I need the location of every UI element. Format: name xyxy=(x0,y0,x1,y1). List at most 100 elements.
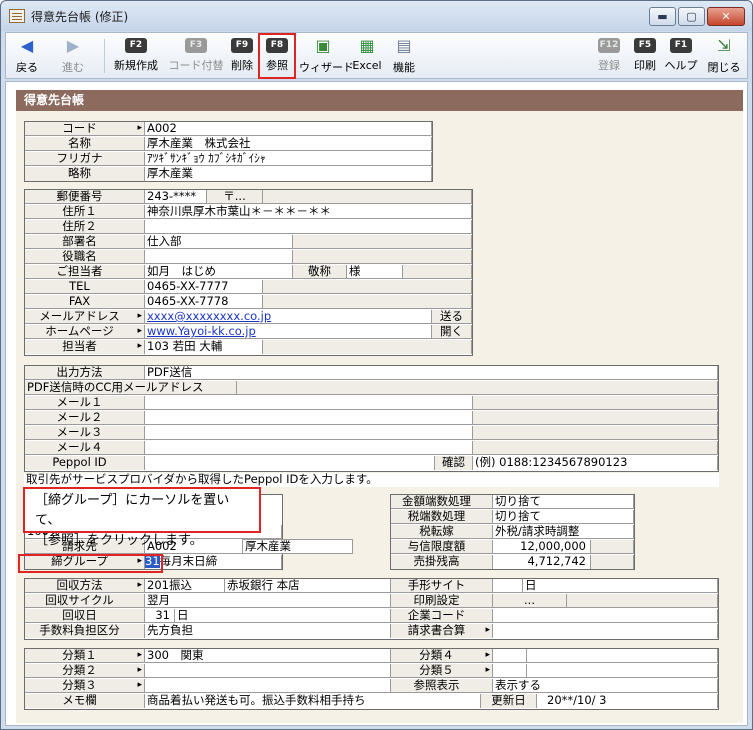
invoice-merge-field[interactable] xyxy=(493,624,718,638)
credit-limit-label: 与信限度額 xyxy=(391,540,493,554)
form-canvas: コード A002 名称 厚木産業 株式会社 フリガナ ｱﾂｷﾞｻﾝｷﾞｮｳ ｶﾌ… xyxy=(16,111,743,723)
wizard-button[interactable]: ▣ ウィザード xyxy=(299,35,354,77)
print-button[interactable]: F5 印刷 xyxy=(630,35,660,77)
help-button[interactable]: F1 ヘルプ xyxy=(664,35,698,77)
close-button[interactable]: ⇲ 閉じる xyxy=(704,35,744,77)
honorific-field[interactable]: 様 xyxy=(347,265,403,279)
close-window-button[interactable]: ✕ xyxy=(707,7,745,26)
zip-label: 郵便番号 xyxy=(25,190,145,204)
class4-label[interactable]: 分類４ xyxy=(391,649,493,663)
short-name-field[interactable]: 厚木産業 xyxy=(145,167,432,181)
class1-label[interactable]: 分類１ xyxy=(25,649,145,663)
updated-label: 更新日 xyxy=(481,694,537,708)
class4-name xyxy=(527,649,718,663)
change-code-button[interactable]: F3 コード付替 xyxy=(168,35,224,77)
class2-field[interactable] xyxy=(145,664,391,678)
department-label: 部署名 xyxy=(25,235,145,249)
collect-cycle-field[interactable]: 翌月 xyxy=(145,594,391,608)
print-settings-label: 印刷設定 xyxy=(391,594,493,608)
code-label[interactable]: コード xyxy=(25,122,145,136)
excel-button[interactable]: ▦ Excel xyxy=(351,35,383,77)
mail4-spacer xyxy=(473,441,718,455)
tel-label: TEL xyxy=(25,280,145,294)
rounding-field[interactable]: 切り捨て xyxy=(493,495,634,509)
kana-field[interactable]: ｱﾂｷﾞｻﾝｷﾞｮｳ ｶﾌﾞｼｷｶﾞｲｼｬ xyxy=(145,152,432,166)
collect-cycle-label: 回収サイクル xyxy=(25,594,145,608)
peppol-confirm-button[interactable]: 確認 xyxy=(435,456,473,470)
class4-field[interactable] xyxy=(493,649,527,663)
address2-field[interactable] xyxy=(145,220,472,234)
bill-site-field[interactable] xyxy=(493,579,523,593)
zip-spacer xyxy=(263,190,472,204)
fax-spacer xyxy=(263,295,472,309)
basic-section: コード A002 名称 厚木産業 株式会社 フリガナ ｱﾂｷﾞｻﾝｷﾞｮｳ ｶﾌ… xyxy=(24,121,433,182)
collect-day-field[interactable]: 31 xyxy=(145,609,175,623)
mail4-field[interactable] xyxy=(145,441,473,455)
homepage-field[interactable]: www.Yayoi-kk.co.jp xyxy=(145,325,432,339)
class5-label[interactable]: 分類５ xyxy=(391,664,493,678)
tax-mode-field[interactable]: 外税/請求時調整 xyxy=(493,525,634,539)
email-field[interactable]: xxxx@xxxxxxxx.co.jp xyxy=(145,310,432,324)
window-title: 得意先台帳 (修正) xyxy=(31,10,129,24)
mail4-label: メール４ xyxy=(25,441,145,455)
peppol-field[interactable] xyxy=(145,456,435,470)
tax-mode-label: 税転嫁 xyxy=(391,525,493,539)
corp-code-field[interactable] xyxy=(493,609,718,623)
homepage-label[interactable]: ホームページ xyxy=(25,325,145,339)
title-bar: 得意先台帳 (修正) ▬ ▢ ✕ xyxy=(1,1,752,31)
address1-field[interactable]: 神奈川県厚木市葉山＊－＊＊－＊＊ xyxy=(145,205,472,219)
zip-field[interactable]: 243-**** xyxy=(145,190,207,204)
email-label[interactable]: メールアドレス xyxy=(25,310,145,324)
close-group-highlight xyxy=(18,554,163,573)
collect-method-label[interactable]: 回収方法 xyxy=(25,579,145,593)
fax-field[interactable]: 0465-XX-7778 xyxy=(145,295,263,309)
class3-field[interactable] xyxy=(145,679,391,693)
memo-label: メモ欄 xyxy=(25,694,145,708)
staff-field[interactable]: 103 若田 大輔 xyxy=(145,340,263,354)
output-method-field[interactable]: PDF送信 xyxy=(145,366,718,380)
mail2-field[interactable] xyxy=(145,411,473,425)
collect-day-unit: 日 xyxy=(175,609,391,623)
position-field[interactable] xyxy=(145,250,293,264)
close-group-name: 毎月末日締 xyxy=(159,555,218,568)
staff-label[interactable]: 担当者 xyxy=(25,340,145,354)
forward-button[interactable]: ▶ 進む xyxy=(56,35,90,77)
close-group-field[interactable]: 31毎月末日締 xyxy=(145,555,282,569)
name-field[interactable]: 厚木産業 株式会社 xyxy=(145,137,432,151)
mail3-field[interactable] xyxy=(145,426,473,440)
code-field[interactable]: A002 xyxy=(145,122,432,136)
print-settings-button[interactable]: ... xyxy=(493,594,567,608)
collect-method-field[interactable]: 201振込 xyxy=(145,579,225,593)
excel-icon: ▦ xyxy=(359,36,375,55)
short-name-label: 略称 xyxy=(25,167,145,181)
exit-door-icon: ⇲ xyxy=(717,36,731,55)
delete-button[interactable]: F9 削除 xyxy=(228,35,256,77)
minimize-button[interactable]: ▬ xyxy=(649,7,676,26)
maximize-button[interactable]: ▢ xyxy=(678,7,705,26)
invoice-merge-label[interactable]: 請求書合算 xyxy=(391,624,493,638)
back-button[interactable]: ◀ 戻る xyxy=(10,35,44,77)
register-button[interactable]: F12 登録 xyxy=(594,35,624,77)
tel-field[interactable]: 0465-XX-7777 xyxy=(145,280,263,294)
credit-limit-field[interactable]: 12,000,000 xyxy=(493,540,591,554)
mail1-field[interactable] xyxy=(145,396,473,410)
billing-right-section: 金額端数処理 切り捨て 税端数処理 切り捨て 税転嫁 外税/請求時調整 与信限度… xyxy=(390,494,635,570)
reference-button[interactable]: F8 参照 xyxy=(258,33,296,79)
fee-field[interactable]: 先方負担 xyxy=(145,624,391,638)
memo-field[interactable]: 商品着払い発送も可。振込手数料相手持ち xyxy=(145,694,481,708)
new-button[interactable]: F2 新規作成 xyxy=(110,35,162,77)
send-mail-button[interactable]: 送る xyxy=(432,310,472,324)
class1-field[interactable]: 300 関東 xyxy=(145,649,391,663)
tax-rounding-field[interactable]: 切り捨て xyxy=(493,510,634,524)
class3-label[interactable]: 分類３ xyxy=(25,679,145,693)
billto-company-name: 厚木産業 xyxy=(242,539,353,554)
tel-spacer xyxy=(263,280,472,294)
open-homepage-button[interactable]: 開く xyxy=(432,325,472,339)
department-field[interactable]: 仕入部 xyxy=(145,235,293,249)
ref-display-field[interactable]: 表示する xyxy=(493,679,718,693)
function-button[interactable]: ▤ 機能 xyxy=(389,35,419,77)
class2-label[interactable]: 分類２ xyxy=(25,664,145,678)
contact-field[interactable]: 如月 はじめ xyxy=(145,265,293,279)
zip-lookup-button[interactable]: 〒... xyxy=(207,190,263,204)
class5-field[interactable] xyxy=(493,664,527,678)
